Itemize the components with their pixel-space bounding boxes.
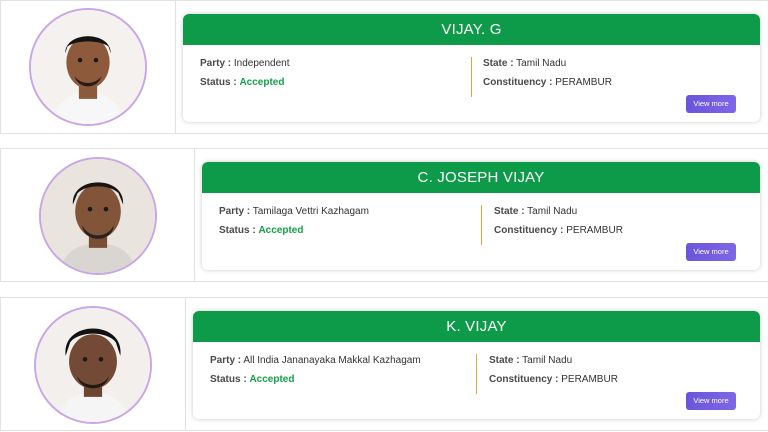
candidate-photo (34, 306, 152, 424)
candidate-card: C. JOSEPH VIJAY Party : Tamilaga Vettri … (202, 162, 760, 270)
candidate-row: VIJAY. G Party : Independent Status : Ac… (0, 0, 768, 134)
state-value: Tamil Nadu (522, 355, 573, 366)
constituency-value: PERAMBUR (555, 77, 612, 88)
status-label: Status : (219, 225, 256, 236)
status-value: Accepted (249, 374, 295, 385)
constituency-value: PERAMBUR (566, 225, 623, 236)
constituency-label: Constituency : (494, 225, 564, 236)
column-divider (481, 205, 482, 245)
state-value: Tamil Nadu (516, 58, 567, 69)
candidate-card: K. VIJAY Party : All India Jananayaka Ma… (193, 311, 760, 419)
state-value: Tamil Nadu (527, 206, 578, 217)
party-value: All India Jananayaka Makkal Kazhagam (243, 355, 421, 366)
right-details: State : Tamil Nadu Constituency : PERAMB… (494, 202, 623, 240)
photo-cell (1, 298, 186, 430)
party-label: Party : (210, 355, 242, 366)
candidate-name: C. JOSEPH VIJAY (202, 162, 760, 193)
view-more-button[interactable]: View more (686, 95, 736, 113)
view-more-button[interactable]: View more (686, 392, 736, 410)
candidate-card: VIJAY. G Party : Independent Status : Ac… (183, 14, 760, 122)
candidate-row: K. VIJAY Party : All India Jananayaka Ma… (0, 297, 768, 431)
left-details: Party : Independent Status : Accepted (200, 54, 290, 92)
candidate-photo (29, 8, 147, 126)
status-label: Status : (200, 77, 237, 88)
party-label: Party : (200, 58, 232, 69)
state-label: State : (494, 206, 525, 217)
status-label: Status : (210, 374, 247, 385)
constituency-label: Constituency : (483, 77, 553, 88)
left-details: Party : Tamilaga Vettri Kazhagam Status … (219, 202, 369, 240)
party-value: Independent (233, 58, 290, 69)
candidate-photo (39, 157, 157, 275)
candidate-name: VIJAY. G (183, 14, 760, 45)
candidate-name: K. VIJAY (193, 311, 760, 342)
view-more-button[interactable]: View more (686, 243, 736, 261)
state-label: State : (489, 355, 520, 366)
left-details: Party : All India Jananayaka Makkal Kazh… (210, 351, 421, 389)
state-label: State : (483, 58, 514, 69)
column-divider (471, 57, 472, 97)
column-divider (476, 354, 477, 394)
photo-cell (1, 1, 176, 133)
party-label: Party : (219, 206, 251, 217)
party-value: Tamilaga Vettri Kazhagam (252, 206, 369, 217)
right-details: State : Tamil Nadu Constituency : PERAMB… (489, 351, 618, 389)
status-value: Accepted (258, 225, 304, 236)
photo-cell (1, 149, 195, 281)
right-details: State : Tamil Nadu Constituency : PERAMB… (483, 54, 612, 92)
status-value: Accepted (239, 77, 285, 88)
constituency-value: PERAMBUR (561, 374, 618, 385)
candidate-row: C. JOSEPH VIJAY Party : Tamilaga Vettri … (0, 148, 768, 282)
constituency-label: Constituency : (489, 374, 559, 385)
